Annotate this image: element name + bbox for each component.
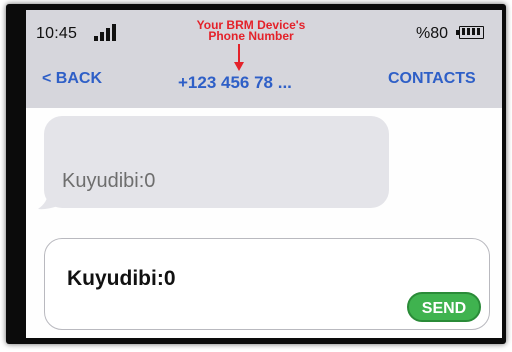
- down-arrow-icon: [234, 44, 244, 71]
- phone-screen: 10:45 %80 Your BRM Device's Phone Number…: [26, 10, 502, 338]
- phone-frame: 10:45 %80 Your BRM Device's Phone Number…: [0, 0, 512, 352]
- annotation-line-2: Phone Number: [208, 29, 294, 43]
- status-time: 10:45: [36, 25, 78, 42]
- message-input[interactable]: Kuyudibi:0 SEND: [44, 238, 490, 330]
- phone-bezel: 10:45 %80 Your BRM Device's Phone Number…: [6, 4, 506, 344]
- signal-bars-icon: [94, 23, 120, 41]
- header-bar: 10:45 %80 Your BRM Device's Phone Number…: [26, 10, 502, 108]
- back-button[interactable]: < BACK: [42, 70, 102, 88]
- send-button[interactable]: SEND: [407, 292, 481, 322]
- battery-percent: %80: [416, 25, 449, 42]
- phone-number-annotation: Your BRM Device's Phone Number: [166, 19, 336, 43]
- message-text: Kuyudibi:0: [62, 170, 156, 192]
- message-input-value: Kuyudibi:0: [67, 267, 176, 290]
- conversation-phone-number: +123 456 78 ...: [178, 73, 292, 92]
- contacts-button[interactable]: CONTACTS: [388, 70, 476, 88]
- battery-icon: [456, 26, 484, 39]
- incoming-message-bubble: Kuyudibi:0: [44, 116, 389, 208]
